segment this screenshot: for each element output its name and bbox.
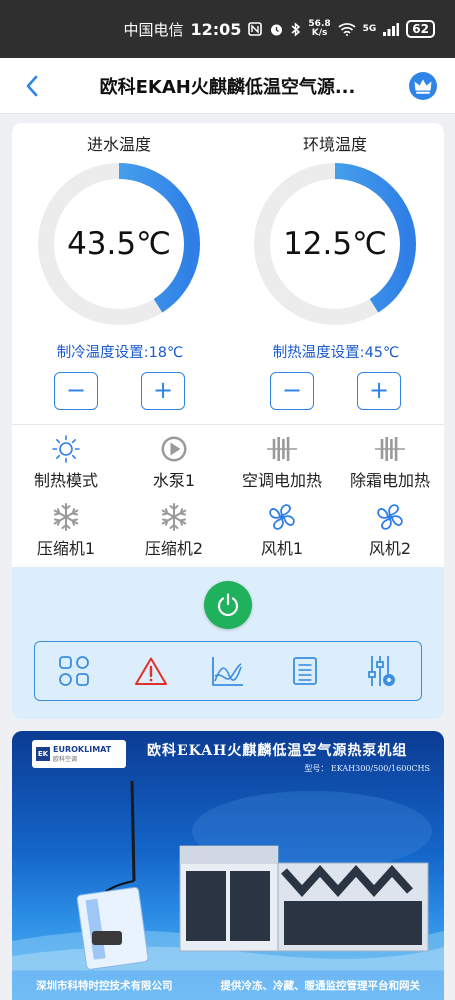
pump-icon <box>161 436 187 462</box>
product-illustration <box>12 780 444 971</box>
alarm-button[interactable] <box>126 646 176 696</box>
battery-indicator: 62 <box>406 20 435 38</box>
fan-icon <box>269 504 295 530</box>
alarm-icon <box>134 657 167 685</box>
cooling-increase-button[interactable]: + <box>141 372 185 410</box>
brand-logo-mark: EK <box>36 747 50 761</box>
net-speed-unit: K/s <box>311 28 328 38</box>
power-button[interactable] <box>204 581 252 629</box>
gauge-value: 43.5℃ <box>67 226 171 262</box>
chevron-left-icon <box>26 75 38 96</box>
status-bar: 中国电信 12:05 56.8 K/s 5G 62 <box>0 0 455 58</box>
app-header: 欧科EKAH火麒麟低温空气源... <box>0 58 455 114</box>
status-label: 压缩机2 <box>144 539 204 558</box>
divider <box>12 424 444 425</box>
status-ac-heater: 空调电加热 <box>228 433 336 495</box>
status-label: 风机2 <box>368 539 412 558</box>
trend-chart-button[interactable] <box>203 646 253 696</box>
banner-title: 欧科EKAH火麒麟低温空气源热泵机组 <box>147 743 408 759</box>
cooling-setpoint-label: 制冷温度设置:18℃ <box>56 345 184 361</box>
gauge-value: 12.5℃ <box>283 226 387 262</box>
parameter-settings-button[interactable] <box>357 646 407 696</box>
status-grid: 制热模式 水泵1 空调电加热 除霜电加热 压缩机1 压缩机2 风机1 风机2 <box>12 433 444 563</box>
gauge-label: 环境温度 <box>302 135 367 154</box>
status-defrost-heater: 除霜电加热 <box>336 433 444 495</box>
status-compressor-2: 压缩机2 <box>120 501 228 563</box>
heater-icon <box>267 437 297 461</box>
function-toolbar <box>34 641 422 701</box>
overview-button[interactable] <box>49 646 99 696</box>
snowflake-icon <box>53 503 79 531</box>
chart-icon <box>212 657 243 686</box>
cooling-decrease-button[interactable]: − <box>54 372 98 410</box>
brand-logo-subtext: 欧科空调 <box>53 756 78 763</box>
brand-logo-text: EUROKLIMAT <box>53 745 112 754</box>
signal-icon <box>383 22 400 36</box>
status-label: 压缩机1 <box>36 539 96 558</box>
brand-logo: EK EUROKLIMAT 欧科空调 <box>32 740 126 768</box>
device-panel: 进水温度 43.5℃ 环境温度 12.5℃ 制冷温度设置:18℃ 制热温度设置:… <box>12 123 444 719</box>
status-heating-mode: 制热模式 <box>12 433 120 495</box>
nfc-icon <box>248 22 263 36</box>
records-button[interactable] <box>280 646 330 696</box>
list-icon <box>293 657 318 685</box>
heater-icon <box>375 437 405 461</box>
inlet-temp-gauge: 进水温度 43.5℃ <box>34 131 204 329</box>
status-label: 除霜电加热 <box>349 471 430 490</box>
back-button[interactable] <box>0 75 64 97</box>
status-pump-1: 水泵1 <box>120 433 228 495</box>
net-speed: 56.8 K/s <box>308 20 330 38</box>
status-label: 制热模式 <box>33 471 98 490</box>
control-area <box>12 567 444 719</box>
grid-icon <box>58 656 89 686</box>
status-compressor-1: 压缩机1 <box>12 501 120 563</box>
heating-decrease-button[interactable]: − <box>270 372 314 410</box>
status-label: 风机1 <box>260 539 304 558</box>
banner-footer: 深圳市科特时控技术有限公司 提供冷冻、冷藏、暖通监控管理平台和网关 <box>12 970 444 1000</box>
clock: 12:05 <box>190 19 242 39</box>
banner-company: 深圳市科特时控技术有限公司 <box>36 979 173 992</box>
banner-model: 型号： EKAH300/500/1600CHS <box>304 764 430 773</box>
alarm-clock-icon <box>269 22 284 37</box>
product-banner: EK EUROKLIMAT 欧科空调 欧科EKAH火麒麟低温空气源热泵机组 型号… <box>12 731 444 1000</box>
crown-button[interactable] <box>391 71 455 101</box>
status-fan-2: 风机2 <box>336 501 444 563</box>
status-label: 空调电加热 <box>241 471 322 490</box>
gauge-label: 进水温度 <box>86 135 151 154</box>
sun-icon <box>52 435 80 463</box>
page-title: 欧科EKAH火麒麟低温空气源... <box>99 76 356 98</box>
settings-icon <box>368 656 396 686</box>
crown-icon <box>409 71 437 100</box>
ambient-temp-gauge: 环境温度 12.5℃ <box>250 131 420 329</box>
status-fan-1: 风机1 <box>228 501 336 563</box>
banner-slogan: 提供冷冻、冷藏、暖通监控管理平台和网关 <box>220 979 421 992</box>
heating-increase-button[interactable]: + <box>357 372 401 410</box>
snowflake-icon <box>161 503 187 531</box>
fan-icon <box>377 504 403 530</box>
heating-setpoint-label: 制热温度设置:45℃ <box>272 345 400 361</box>
signal-type: 5G <box>362 23 377 34</box>
wifi-icon <box>338 22 356 36</box>
power-icon <box>217 593 239 617</box>
carrier-label: 中国电信 <box>123 20 184 39</box>
status-label: 水泵1 <box>152 471 196 490</box>
bluetooth-icon <box>291 21 301 37</box>
